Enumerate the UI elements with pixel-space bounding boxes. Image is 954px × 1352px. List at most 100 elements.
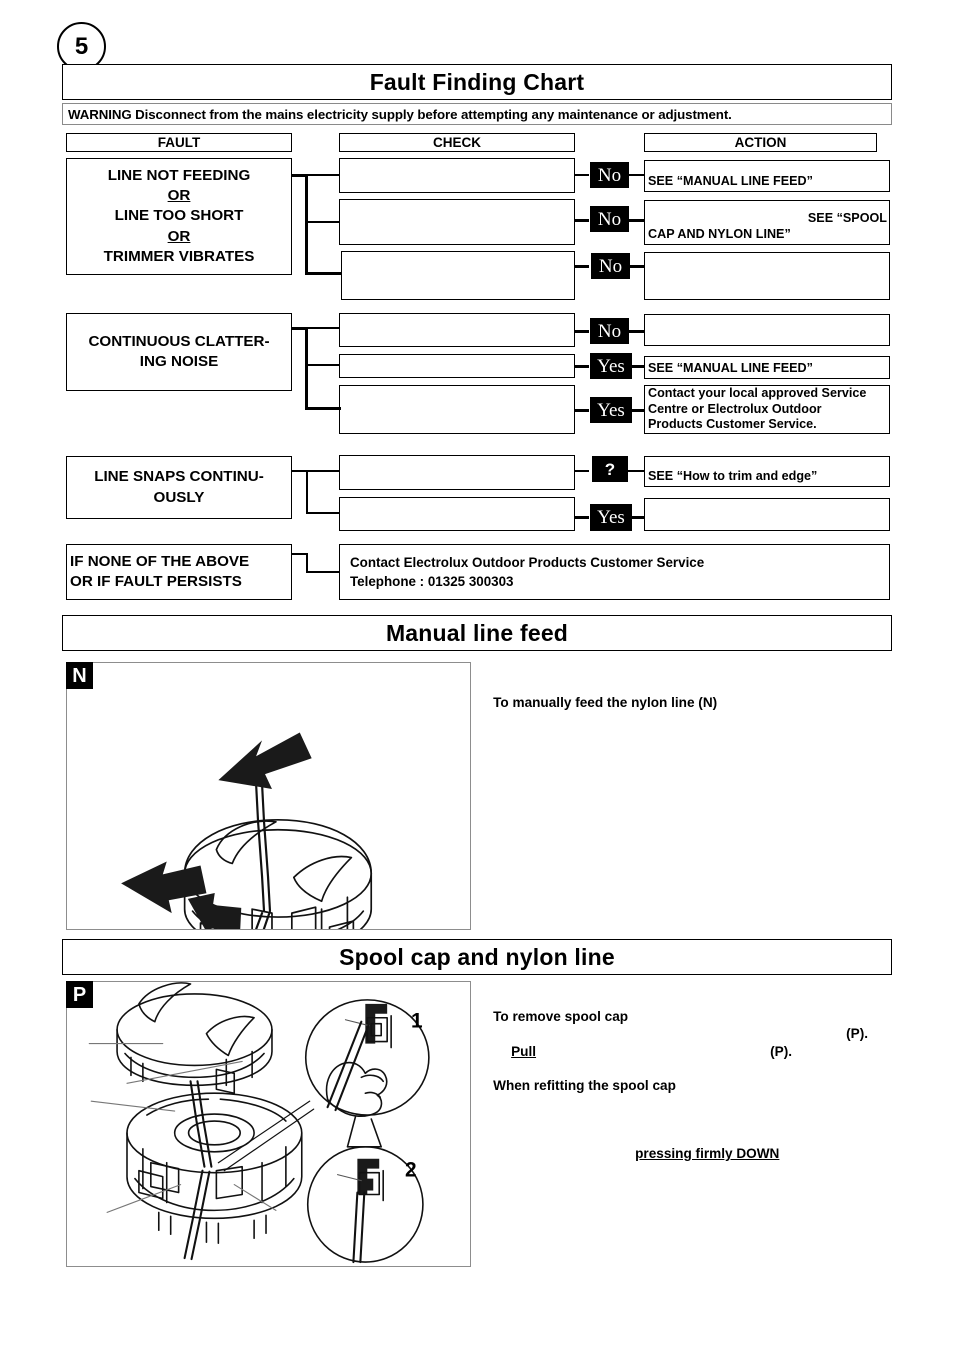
check-box-2 [339, 199, 575, 245]
connector [306, 553, 308, 573]
connector [305, 327, 339, 329]
action-box-5-text: SEE “MANUAL LINE FEED” [648, 361, 813, 376]
warning-text: WARNING Disconnect from the mains electr… [68, 106, 732, 122]
fault-1-line-4: OR [167, 227, 191, 245]
fault-box-4: IF NONE OF THE ABOVE OR IF FAULT PERSIST… [66, 544, 292, 600]
spool-cap-pull-label: Pull [511, 1044, 537, 1059]
badge-yes-1: Yes [590, 353, 632, 379]
badge-no-1: No [590, 162, 629, 188]
connector [628, 219, 644, 222]
fault-4-line-1: IF NONE OF THE ABOVE [70, 552, 250, 570]
fault-3-line-2: OUSLY [153, 488, 205, 506]
fault-1-line-5: TRIMMER VIBRATES [103, 247, 255, 265]
manual-line-feed-instruction-text: To manually feed the nylon line (N) [493, 695, 718, 710]
action-box-7-text: SEE “How to trim and edge” [648, 469, 818, 484]
figure-tag-n-label: N [72, 664, 87, 687]
connector [575, 365, 589, 368]
column-header-fault-label: FAULT [157, 135, 201, 150]
fault-box-1: LINE NOT FEEDING OR LINE TOO SHORT OR TR… [66, 158, 292, 275]
badge-no-3-label: No [598, 255, 623, 277]
badge-yes-3: Yes [590, 504, 632, 531]
check-box-4 [339, 313, 575, 347]
fault-4-line-2: OR IF FAULT PERSISTS [70, 573, 242, 590]
action-box-3 [644, 252, 890, 300]
badge-yes-3-label: Yes [597, 507, 625, 528]
connector [305, 364, 339, 366]
connector [305, 174, 339, 176]
fault-1-line-2: OR [167, 187, 191, 205]
badge-question: ? [592, 456, 628, 482]
action-box-2-line-1: SEE “SPOOL [807, 211, 887, 226]
connector [305, 221, 339, 223]
manual-page: 5 Fault Finding Chart WARNING Disconnect… [0, 0, 954, 1352]
fault-2-line-1: CONTINUOUS CLATTER- [88, 332, 270, 350]
action-box-2: SEE “SPOOL CAP AND NYLON LINE” [644, 200, 890, 245]
spool-cap-press-text: pressing firmly DOWN [620, 1131, 779, 1176]
fault-1-line-3: LINE TOO SHORT [114, 207, 244, 225]
connector [305, 272, 341, 275]
fault-box-3: LINE SNAPS CONTINU- OUSLY [66, 456, 292, 519]
fault-box-2: CONTINUOUS CLATTER- ING NOISE [66, 313, 292, 391]
spool-cap-exploded-drawing: 1 2 [88, 982, 430, 1264]
action-box-2-line-2: CAP AND NYLON LINE” [648, 227, 791, 242]
arrow-up [218, 732, 312, 790]
manual-line-feed-figure [66, 662, 471, 930]
connector [575, 174, 589, 176]
contact-box: Contact Electrolux Outdoor Products Cust… [339, 544, 890, 600]
action-box-5: SEE “MANUAL LINE FEED” [644, 356, 890, 379]
spool-cap-p-mid: (P). [755, 1029, 792, 1074]
check-box-3 [341, 251, 575, 300]
badge-no-2: No [590, 206, 629, 232]
spool-cap-refit-label: When refitting the spool cap [493, 1078, 676, 1093]
trimmer-head-drawing [121, 732, 373, 929]
connector [575, 409, 589, 412]
connector [628, 330, 644, 333]
fault-chart-title-bar: Fault Finding Chart [62, 64, 892, 100]
manual-line-feed-title-bar: Manual line feed [62, 615, 892, 651]
badge-no-4: No [590, 318, 629, 344]
column-header-fault: FAULT [66, 133, 292, 152]
connector [306, 512, 339, 514]
connector [575, 516, 589, 519]
spool-cap-p-mid-label: (P). [770, 1044, 793, 1059]
connector [305, 174, 308, 273]
action-box-6-line-3: Products Customer Service. [648, 417, 817, 432]
badge-yes-1-label: Yes [597, 355, 625, 377]
column-header-check: CHECK [339, 133, 575, 152]
badge-no-4-label: No [597, 320, 622, 342]
connector [575, 330, 589, 333]
figure-tag-p-label: P [72, 983, 87, 1006]
fault-3-line-1: LINE SNAPS CONTINU- [94, 468, 264, 486]
badge-yes-2: Yes [590, 397, 632, 423]
connector [575, 265, 589, 268]
fault-box-4-text: IF NONE OF THE ABOVE OR IF FAULT PERSIST… [70, 552, 249, 592]
connector [628, 470, 644, 472]
action-box-1-text: SEE “MANUAL LINE FEED” [648, 174, 813, 189]
spool-cap-refit-text: When refitting the spool cap [478, 1063, 676, 1108]
spool-cap-remove-label: To remove spool cap [493, 1009, 629, 1024]
action-box-1: SEE “MANUAL LINE FEED” [644, 160, 890, 192]
figure-tag-p: P [66, 981, 93, 1008]
check-box-7 [339, 455, 575, 490]
warning-bar: WARNING Disconnect from the mains electr… [62, 103, 892, 125]
connector [306, 470, 308, 514]
connector [306, 571, 339, 573]
action-box-6: Contact your local approved Service Cent… [644, 385, 890, 434]
column-header-action: ACTION [644, 133, 877, 152]
fault-chart-title: Fault Finding Chart [369, 68, 585, 95]
check-box-8 [339, 497, 575, 531]
check-box-5 [339, 354, 575, 378]
connector [628, 174, 644, 176]
action-box-8 [644, 498, 890, 531]
badge-question-label: ? [604, 459, 616, 479]
callout-2-label: 2 [405, 1159, 417, 1182]
badge-no-3: No [591, 253, 630, 279]
callout-1-label: 1 [411, 1010, 423, 1033]
fault-1-line-1: LINE NOT FEEDING [107, 166, 251, 184]
fault-box-1-text: LINE NOT FEEDING OR LINE TOO SHORT OR TR… [104, 166, 255, 267]
contact-line-2: Telephone : 01325 300303 [350, 574, 514, 590]
check-box-1 [339, 158, 575, 193]
connector [306, 470, 339, 472]
action-box-7: SEE “How to trim and edge” [644, 456, 890, 487]
action-box-6-line-1: Contact your local approved Service [648, 385, 867, 400]
